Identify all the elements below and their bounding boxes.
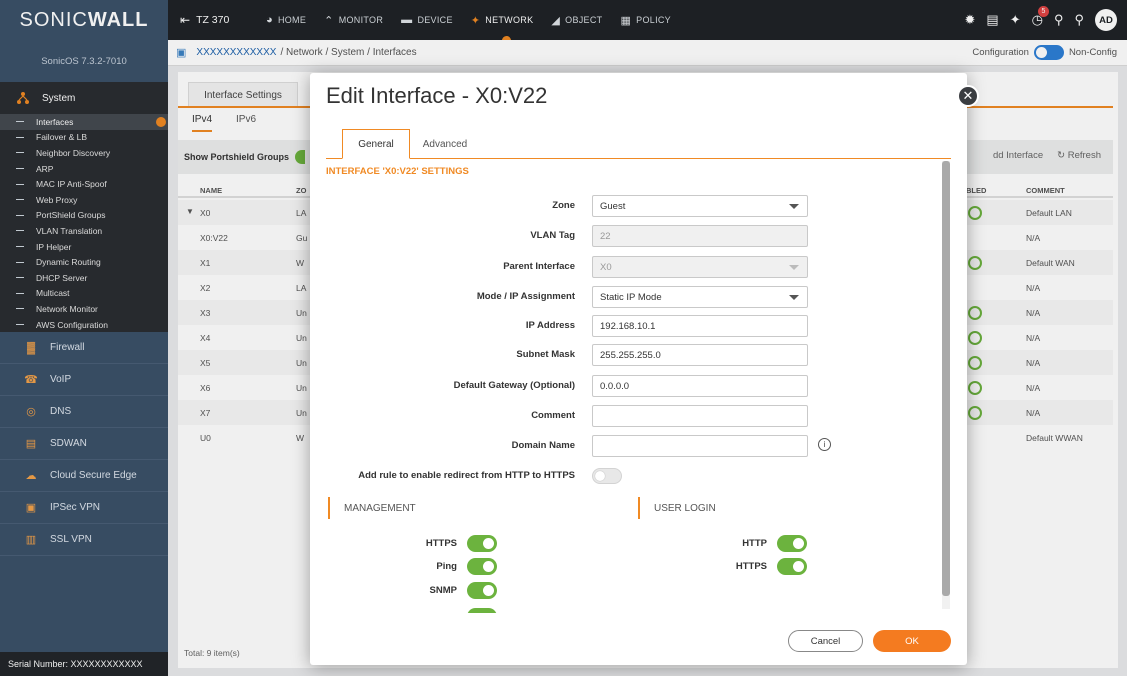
subnet-mask-input[interactable] bbox=[592, 344, 808, 366]
ip-label: IP Address bbox=[525, 320, 575, 331]
comment-input[interactable] bbox=[592, 405, 808, 427]
login-https-label: HTTPS bbox=[735, 561, 767, 572]
mode-select[interactable]: Static IP Mode bbox=[592, 286, 808, 308]
tab-advanced[interactable]: Advanced bbox=[410, 129, 480, 159]
ip-address-input[interactable] bbox=[592, 315, 808, 337]
cancel-button[interactable]: Cancel bbox=[788, 630, 863, 652]
mask-row: Subnet Mask bbox=[310, 344, 930, 366]
mode-value: Static IP Mode bbox=[600, 291, 662, 303]
chevron-down-icon bbox=[789, 295, 799, 300]
dialog-tabs: General Advanced bbox=[342, 129, 480, 159]
login-https-row: HTTPS bbox=[310, 557, 807, 577]
zone-row: Zone Guest bbox=[310, 195, 930, 217]
management-title: MANAGEMENT bbox=[328, 497, 416, 519]
close-icon[interactable]: ✕ bbox=[957, 85, 979, 107]
vlan-tag-field[interactable]: 22 bbox=[592, 225, 808, 247]
management-ssh-toggle[interactable] bbox=[467, 608, 497, 613]
gateway-row: Default Gateway (Optional) bbox=[310, 375, 930, 397]
info-icon[interactable]: i bbox=[818, 438, 831, 451]
login-http-toggle[interactable] bbox=[777, 535, 807, 552]
dialog-title: Edit Interface - X0:V22 bbox=[326, 83, 548, 108]
login-http-label: HTTP bbox=[742, 538, 767, 549]
comment-row: Comment bbox=[310, 405, 930, 427]
domain-name-input[interactable] bbox=[592, 435, 808, 457]
vlan-row: VLAN Tag 22 bbox=[310, 225, 930, 247]
comment-label: Comment bbox=[531, 410, 575, 421]
vlan-value: 22 bbox=[600, 230, 611, 242]
parent-label: Parent Interface bbox=[503, 261, 575, 272]
section-title: INTERFACE 'X0:V22' SETTINGS bbox=[326, 166, 469, 177]
zone-value: Guest bbox=[600, 200, 626, 212]
management-overflow bbox=[310, 605, 930, 613]
parent-value: X0 bbox=[600, 261, 612, 273]
ok-button[interactable]: OK bbox=[873, 630, 951, 652]
management-snmp-label: SNMP bbox=[429, 585, 457, 596]
management-snmp-toggle[interactable] bbox=[467, 582, 497, 599]
redirect-label: Add rule to enable redirect from HTTP to… bbox=[358, 470, 575, 481]
chevron-down-icon bbox=[789, 204, 799, 209]
gateway-input[interactable] bbox=[592, 375, 808, 397]
login-http-row: HTTP bbox=[310, 534, 807, 554]
management-snmp-row: SNMP bbox=[310, 581, 497, 601]
dialog-scrollbar-thumb[interactable] bbox=[942, 161, 950, 596]
ip-row: IP Address bbox=[310, 315, 930, 337]
edit-interface-dialog: Edit Interface - X0:V22 General Advanced… bbox=[310, 73, 967, 665]
mode-label: Mode / IP Assignment bbox=[476, 291, 575, 302]
user-login-title: USER LOGIN bbox=[638, 497, 716, 519]
tab-general[interactable]: General bbox=[342, 129, 410, 159]
parent-interface-select[interactable]: X0 bbox=[592, 256, 808, 278]
domain-label: Domain Name bbox=[511, 440, 575, 451]
mode-row: Mode / IP Assignment Static IP Mode bbox=[310, 286, 930, 308]
gateway-label: Default Gateway (Optional) bbox=[453, 380, 575, 391]
dialog-tab-divider bbox=[326, 158, 951, 159]
zone-label: Zone bbox=[552, 200, 575, 211]
parent-row: Parent Interface X0 bbox=[310, 256, 930, 278]
vlan-label: VLAN Tag bbox=[530, 230, 575, 241]
redirect-toggle[interactable] bbox=[592, 468, 622, 484]
chevron-down-icon bbox=[789, 265, 799, 270]
mask-label: Subnet Mask bbox=[516, 349, 575, 360]
redirect-row: Add rule to enable redirect from HTTP to… bbox=[310, 465, 930, 487]
login-https-toggle[interactable] bbox=[777, 558, 807, 575]
zone-select[interactable]: Guest bbox=[592, 195, 808, 217]
domain-row: Domain Name i bbox=[310, 435, 930, 457]
